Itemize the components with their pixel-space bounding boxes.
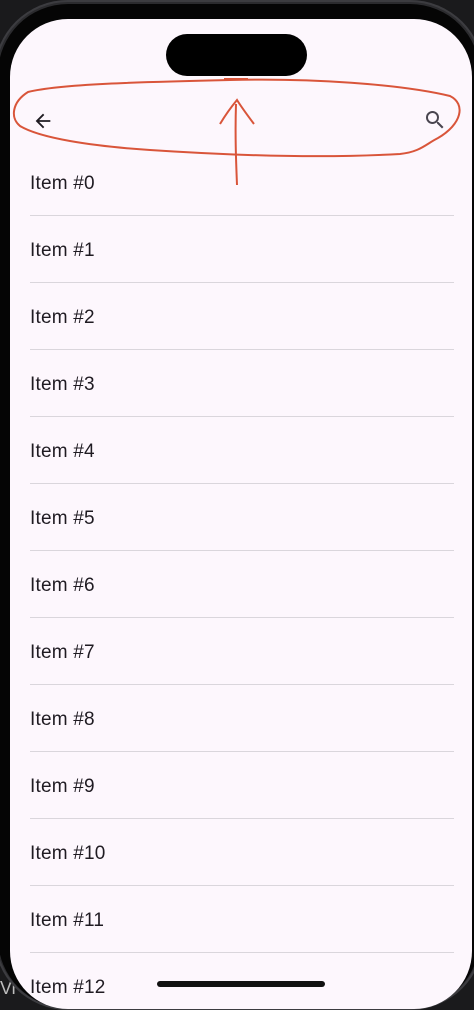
list-item[interactable]: Item #6 — [10, 551, 472, 618]
list-item-label: Item #9 — [30, 776, 95, 797]
list-item[interactable]: Item #9 — [10, 752, 472, 819]
list-item-label: Item #2 — [30, 307, 95, 328]
list-item-label: Item #11 — [30, 910, 105, 931]
dynamic-island — [166, 34, 307, 76]
arrow-back-icon — [35, 113, 51, 129]
status-time: 00:09 — [66, 47, 111, 66]
list-item[interactable]: Item #4 — [10, 417, 472, 484]
list-item[interactable]: Item #1 — [10, 216, 472, 283]
list-item[interactable]: Item #11 — [10, 886, 472, 953]
list-item-label: Item #0 — [30, 173, 95, 194]
list-item-label: Item #6 — [30, 575, 95, 596]
list-item[interactable]: Item #8 — [10, 685, 472, 752]
search-icon — [426, 111, 444, 129]
list-item-label: Item #7 — [30, 642, 95, 663]
item-list: Item #0 Item #1 Item #2 Item #3 Item #4 … — [10, 149, 472, 1009]
list-item-label: Item #12 — [30, 977, 106, 998]
list-item[interactable]: Item #0 — [10, 149, 472, 216]
list-item[interactable]: Item #5 — [10, 484, 472, 551]
wifi-icon — [365, 51, 383, 62]
app-screen: 00:09 Item #0 Item #1 Item #2 Item #3 It… — [10, 19, 472, 1009]
list-item-label: Item #4 — [30, 441, 95, 462]
list-item-label: Item #8 — [30, 709, 95, 730]
app-bar — [10, 101, 472, 137]
list-item-label: Item #3 — [30, 374, 95, 395]
list-item[interactable]: Item #7 — [10, 618, 472, 685]
list-item-label: Item #5 — [30, 508, 95, 529]
list-item-label: Item #1 — [30, 240, 95, 261]
list-item[interactable]: Item #10 — [10, 819, 472, 886]
list-item-label: Item #10 — [30, 843, 106, 864]
list-item[interactable]: Item #3 — [10, 350, 472, 417]
back-button[interactable] — [30, 108, 56, 134]
list-item[interactable]: Item #2 — [10, 283, 472, 350]
home-indicator — [157, 981, 325, 987]
search-button[interactable] — [422, 107, 448, 133]
